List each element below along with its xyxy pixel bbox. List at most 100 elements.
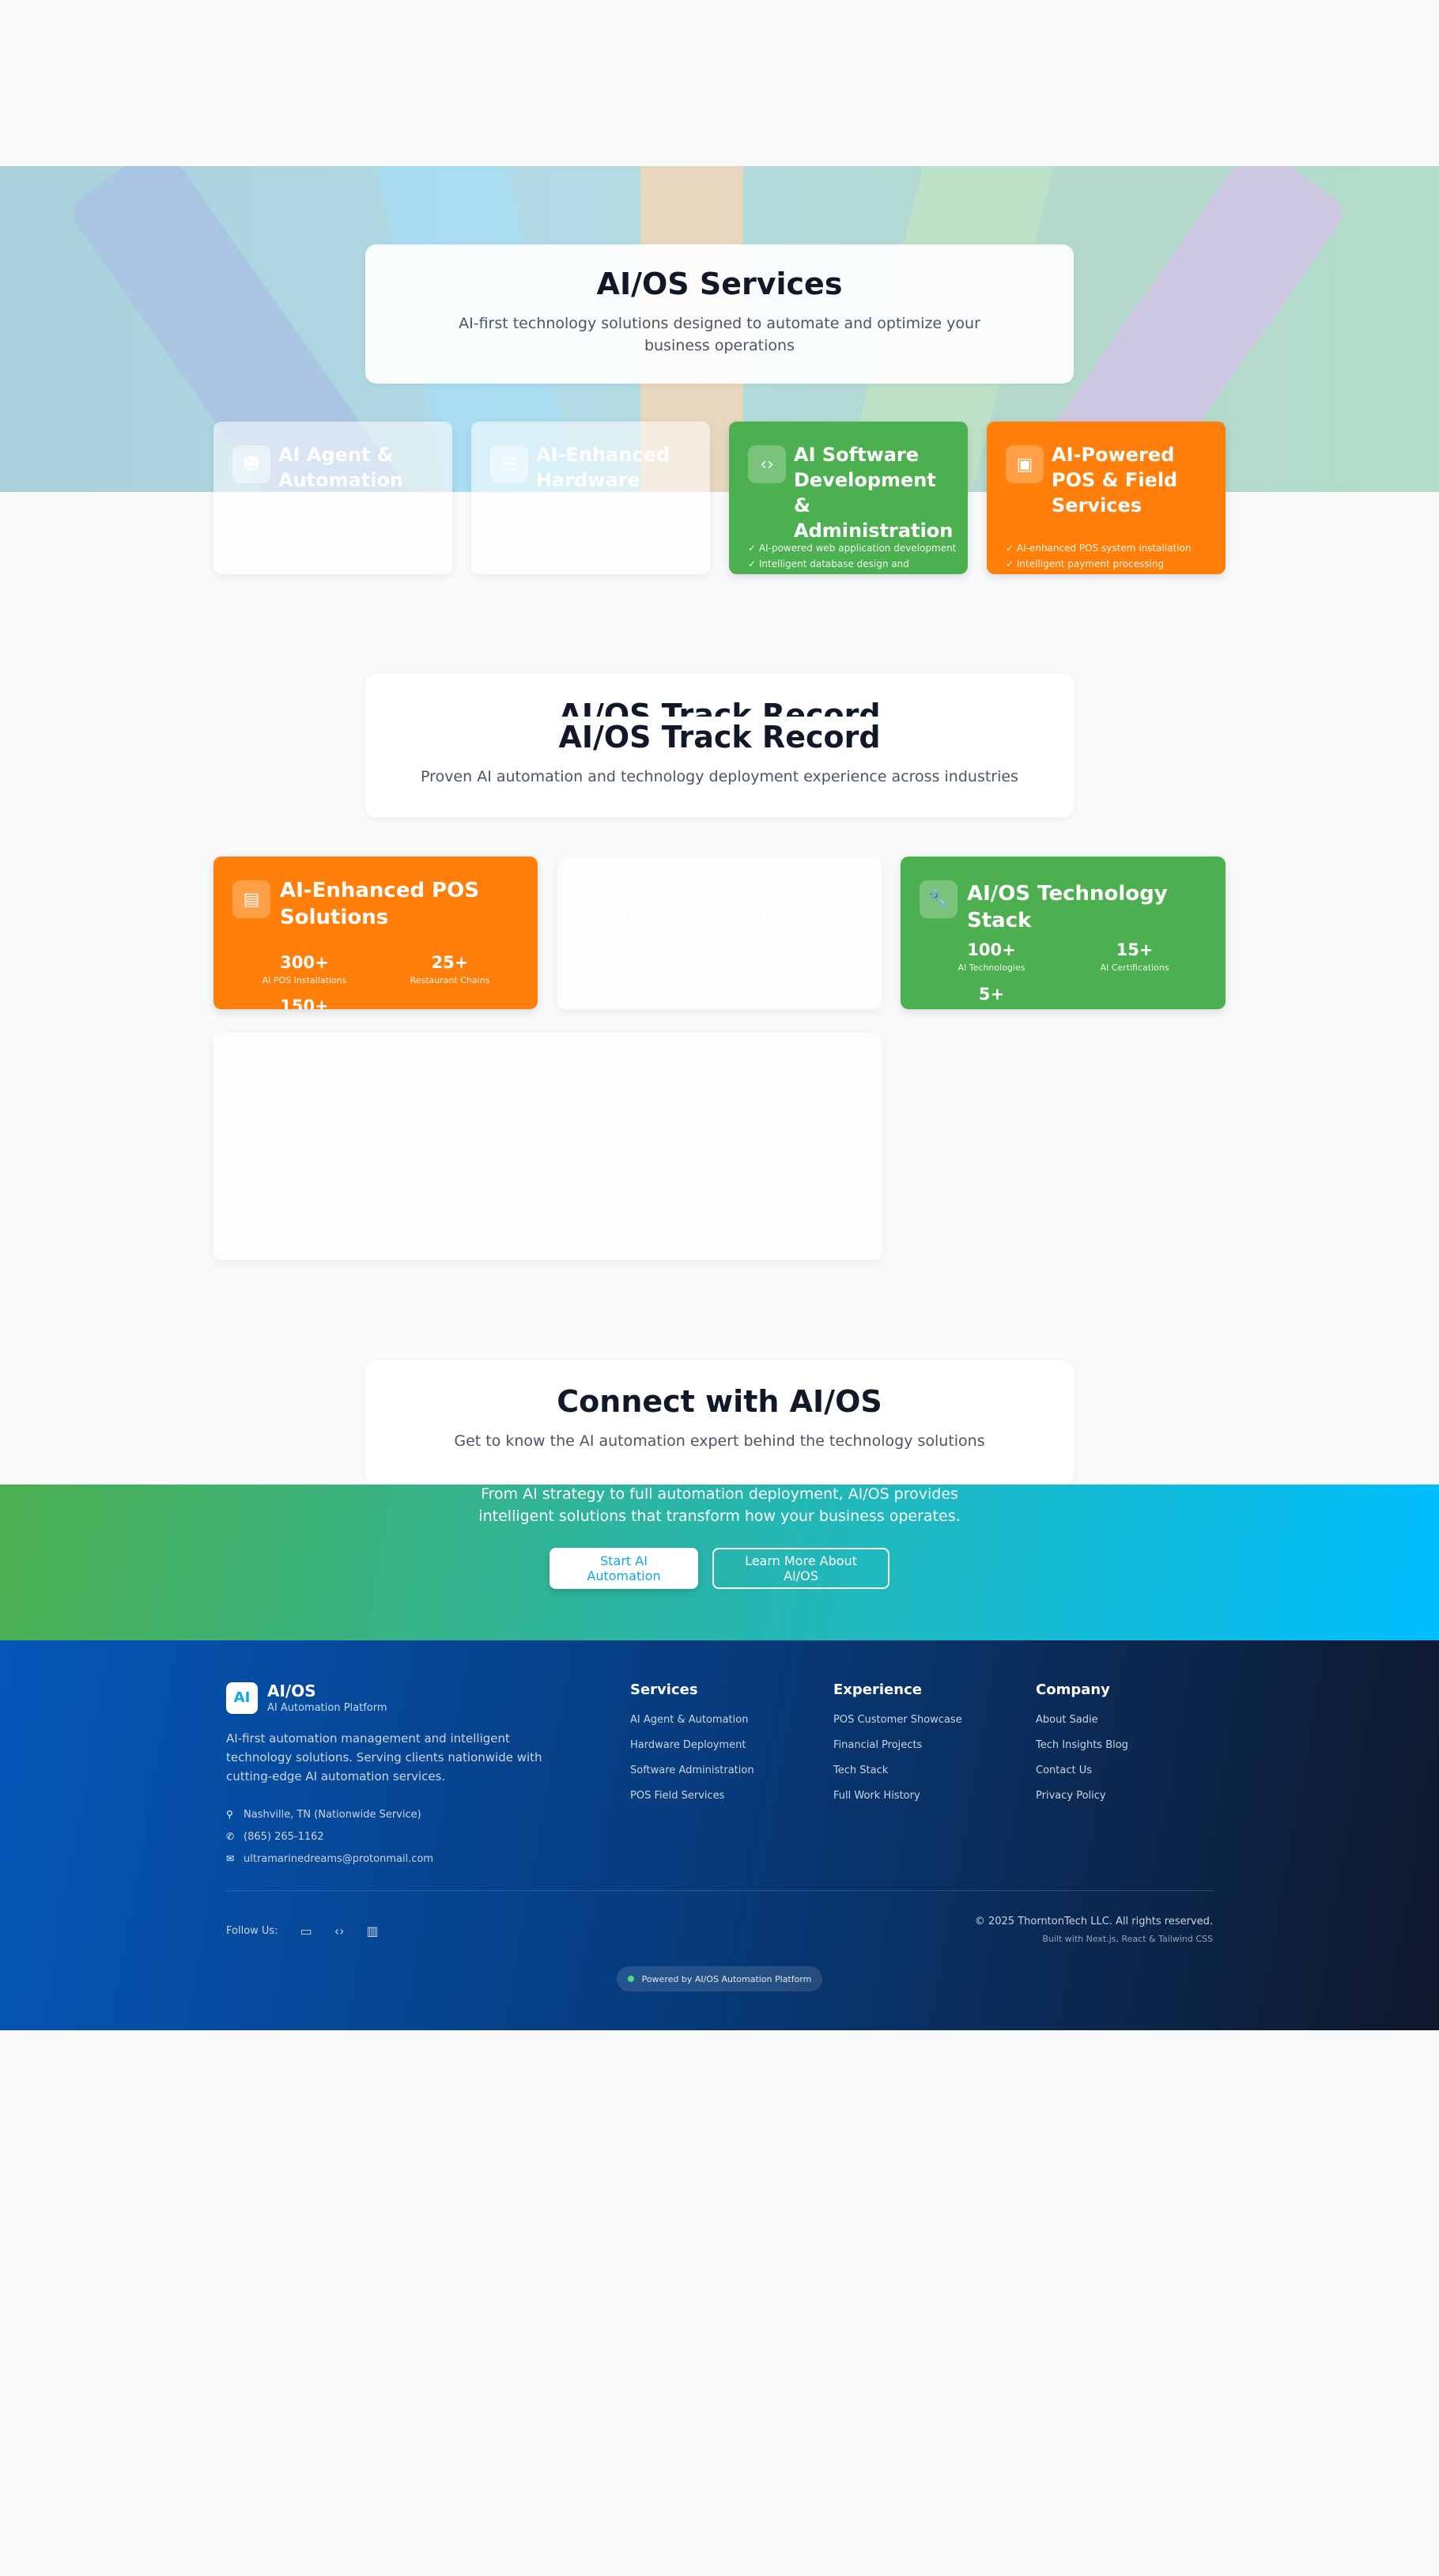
server-icon: ☰	[490, 445, 528, 483]
service-card-title: AI-Enhanced Hardware Deployment	[536, 444, 670, 516]
stat-label: AI Technologies	[957, 963, 1025, 973]
storefront-icon: ▣	[1006, 445, 1044, 483]
footer-link[interactable]: About Sadie	[1036, 1714, 1128, 1739]
footer-column-title: Experience	[833, 1681, 922, 1698]
wrench-icon: 🔧	[920, 880, 957, 918]
chart-icon: ◔	[576, 880, 614, 918]
email-link[interactable]: ultramarinedreams@protonmail.com	[244, 1853, 433, 1865]
stat: 100+ AI Technologies	[920, 940, 1063, 973]
learn-more-button[interactable]: Learn More About AI/OS	[712, 1548, 889, 1589]
cta-banner: From AI strategy to full automation depl…	[0, 1485, 1439, 1640]
footer-description: AI-first automation management and intel…	[226, 1731, 542, 1784]
code-icon[interactable]: ‹›	[334, 1923, 345, 1939]
site-footer: AI AI/OS AI Automation Platform AI-first…	[0, 1640, 1439, 2030]
receipt-icon: ▤	[232, 880, 270, 918]
status-dot-icon	[627, 1976, 634, 1982]
track-record-title: AI/OS Track Record	[558, 720, 881, 755]
built-with-text: Built with Next.js, React & Tailwind CSS	[1042, 1934, 1213, 1944]
list-item: Intelligent payment processing optimizat…	[1006, 556, 1226, 574]
robot-icon: ☻	[232, 445, 270, 483]
stat-label: AI Certifications	[1100, 963, 1169, 973]
start-ai-automation-button[interactable]: Start AI Automation	[550, 1548, 698, 1589]
phone-icon: ✆	[226, 1831, 235, 1842]
powered-by-text: Powered by AI/OS Automation Platform	[641, 1973, 812, 1984]
footer-column-title: Company	[1036, 1681, 1110, 1698]
list-item: AI-powered web application development	[748, 540, 957, 556]
stat-value: 15+	[629, 953, 667, 972]
footer-copyright: © 2025 ThorntonTech LLC. All rights rese…	[975, 1916, 1213, 1944]
phone-link[interactable]: (865) 265-1162	[244, 1831, 324, 1843]
list-item: Intelligent database design and	[748, 556, 956, 572]
stat: 300+ AI POS Installations	[233, 953, 376, 985]
footer-link[interactable]: Financial Projects	[833, 1739, 962, 1765]
service-feature-list: AI-powered web application development I…	[748, 540, 957, 572]
footer-divider	[226, 1890, 1213, 1891]
connect-header: Connect with AI/OS Get to know the AI au…	[365, 1360, 1074, 1485]
stat-value: 50+	[775, 953, 813, 972]
code-icon: ‹›	[748, 445, 786, 483]
list-item: AI-enhanced POS system installation	[1006, 540, 1226, 556]
footer-link[interactable]: Hardware Deployment	[630, 1739, 754, 1765]
footer-link[interactable]: POS Customer Showcase	[833, 1714, 962, 1739]
social-links: Follow Us: ▭ ‹› ▥	[226, 1923, 379, 1939]
stat-label: Restaurant Chains	[410, 975, 490, 985]
track-card-title: AI/OS Technology Stack	[967, 882, 1168, 932]
services-subtitle: AI-first technology solutions designed t…	[459, 315, 980, 354]
services-title: AI/OS Services	[596, 267, 843, 301]
footer-link[interactable]: Software Administration	[630, 1765, 754, 1790]
footer-link[interactable]: Contact Us	[1036, 1765, 1128, 1790]
stat: 150+	[233, 997, 376, 1009]
track-card-pos[interactable]: ▤ AI-Enhanced POS Solutions 300+ AI POS …	[213, 857, 538, 1009]
service-card-software[interactable]: ‹› AI Software Development & Administrat…	[729, 422, 968, 574]
follow-label: Follow Us:	[226, 1925, 278, 1937]
track-record-title-ghost: AI/OS Track Record	[558, 699, 881, 717]
footer-column-title: Services	[630, 1681, 698, 1698]
cta-text: From AI strategy to full automation depl…	[478, 1485, 961, 1525]
stat: 50+	[723, 953, 865, 972]
service-card-title: AI Agent & Automation	[278, 444, 404, 491]
track-card-fintech[interactable]: ◔ AI Financial Technology Projects 15+ 5…	[557, 857, 882, 1009]
service-card-hardware[interactable]: ☰ AI-Enhanced Hardware Deployment	[471, 422, 710, 574]
footer-link[interactable]: POS Field Services	[630, 1790, 754, 1815]
stat-value: 150+	[280, 997, 329, 1009]
service-card-title: AI-Powered POS & Field Services	[1052, 444, 1178, 516]
window-icon[interactable]: ▭	[300, 1923, 312, 1939]
stat: 25+ Restaurant Chains	[379, 953, 521, 985]
services-header: AI/OS Services AI-first technology solut…	[365, 244, 1074, 384]
connect-subtitle: Get to know the AI automation expert beh…	[454, 1432, 985, 1450]
connect-title: Connect with AI/OS	[557, 1384, 882, 1419]
stat: 5+	[920, 985, 1063, 1004]
stat-value: 15+	[1116, 940, 1154, 959]
footer-brand[interactable]: AI AI/OS AI Automation Platform	[226, 1681, 387, 1714]
track-record-header: AI/OS Track Record AI/OS Track Record Pr…	[365, 674, 1074, 818]
service-card-title: AI Software Development & Administration	[794, 444, 954, 542]
stat-value: 5+	[978, 985, 1005, 1004]
footer-link[interactable]: Tech Insights Blog	[1036, 1739, 1128, 1765]
powered-by-badge: Powered by AI/OS Automation Platform	[617, 1966, 822, 1992]
stat: 15+ AI Certifications	[1063, 940, 1206, 973]
stat-value: 300+	[280, 953, 329, 972]
footer-column-services: Services AI Agent & Automation Hardware …	[630, 1681, 754, 1815]
footer-column-company: Company About Sadie Tech Insights Blog C…	[1036, 1681, 1128, 1815]
brand-name: AI/OS	[267, 1681, 316, 1700]
track-card-enterprise-placeholder[interactable]	[213, 1032, 882, 1260]
footer-contact: ⚲ Nashville, TN (Nationwide Service) ✆ (86…	[226, 1803, 433, 1870]
location-pin-icon: ⚲	[226, 1809, 233, 1820]
footer-link[interactable]: Full Work History	[833, 1790, 962, 1815]
stat-label: AI POS Installations	[262, 975, 347, 985]
logo: AI	[226, 1681, 258, 1714]
stat: 15+	[577, 953, 720, 972]
footer-link[interactable]: Privacy Policy	[1036, 1790, 1128, 1815]
building-icon[interactable]: ▥	[367, 1923, 379, 1939]
service-card-pos[interactable]: ▣ AI-Powered POS & Field Services AI-enh…	[987, 422, 1226, 574]
brand-tagline: AI Automation Platform	[267, 1702, 387, 1714]
footer-link[interactable]: AI Agent & Automation	[630, 1714, 754, 1739]
footer-link[interactable]: Tech Stack	[833, 1765, 962, 1790]
track-card-title: AI Financial Technology Projects	[624, 879, 856, 929]
stat-value: 100+	[967, 940, 1016, 959]
location-text: Nashville, TN (Nationwide Service)	[244, 1808, 421, 1821]
service-feature-list: AI-enhanced POS system installation Inte…	[1006, 540, 1226, 574]
service-card-ai-agent[interactable]: ☻ AI Agent & Automation	[213, 422, 452, 574]
track-card-title: AI-Enhanced POS Solutions	[280, 879, 480, 929]
track-card-tech-stack[interactable]: 🔧 AI/OS Technology Stack 100+ AI Technol…	[901, 857, 1226, 1009]
